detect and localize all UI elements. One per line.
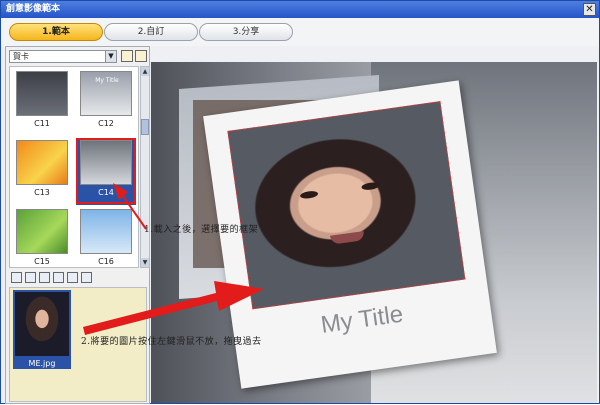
open-folder-icon[interactable]: [121, 50, 133, 62]
sort-icon[interactable]: [53, 272, 64, 283]
app-window: 創意影像範本 ✕ 1.範本 2.自訂 3.分享 賀卡 ▼ C11 My Titl…: [0, 0, 600, 404]
step-tab-share[interactable]: 3.分享: [199, 23, 293, 41]
template-panel: 賀卡 ▼ C11 My Title C12 C13 C14 C15 C16 ▲ …: [5, 46, 150, 404]
photo-drop-frame[interactable]: [227, 101, 466, 310]
step-tab-template[interactable]: 1.範本: [9, 23, 103, 41]
photo-toolbar: [9, 271, 147, 285]
template-thumb-c12[interactable]: My Title C12: [76, 69, 136, 136]
scroll-down-icon[interactable]: ▼: [141, 258, 149, 267]
annotation-step1: 1.載入之後，選擇要的框架: [144, 225, 259, 235]
template-scrollbar[interactable]: ▲ ▼: [140, 66, 150, 268]
delete-icon[interactable]: [39, 272, 50, 283]
template-thumb-c15[interactable]: C15: [12, 207, 72, 267]
scroll-up-icon[interactable]: ▲: [141, 67, 149, 76]
template-preview-image: [16, 209, 68, 254]
template-preview-image: [80, 209, 132, 254]
category-dropdown[interactable]: 賀卡 ▼: [9, 50, 117, 63]
selection-highlight: [76, 138, 136, 204]
template-label: C15: [34, 257, 50, 266]
close-button[interactable]: ✕: [583, 3, 596, 16]
copy-icon[interactable]: [135, 50, 147, 62]
template-grid: C11 My Title C12 C13 C14 C15 C16: [9, 66, 139, 268]
annotation-step2: 2.將要的圖片按住左鍵滑鼠不放，拖曳過去: [81, 337, 262, 347]
photo-detail: [299, 190, 319, 200]
template-label: C12: [98, 119, 114, 128]
scroll-thumb[interactable]: [141, 119, 149, 135]
chevron-down-icon[interactable]: ▼: [105, 51, 116, 62]
import-icon[interactable]: [25, 272, 36, 283]
add-photo-icon[interactable]: [11, 272, 22, 283]
copy-photo-icon[interactable]: [67, 272, 78, 283]
window-title: 創意影像範本: [6, 4, 61, 14]
photo-thumb-me[interactable]: [13, 290, 71, 358]
template-thumb-c11[interactable]: C11: [12, 69, 72, 136]
photo-detail: [361, 181, 380, 191]
template-thumb-c13[interactable]: C13: [12, 138, 72, 205]
photo-file-name: ME.jpg: [13, 358, 71, 369]
category-value: 賀卡: [13, 52, 29, 61]
template-label: C11: [34, 119, 50, 128]
template-preview-image: [16, 140, 68, 185]
template-label: C13: [34, 188, 50, 197]
template-thumb-c16[interactable]: C16: [76, 207, 136, 267]
settings-icon[interactable]: [81, 272, 92, 283]
step-tab-customize[interactable]: 2.自訂: [104, 23, 198, 41]
template-label: C16: [98, 257, 114, 266]
template-preview-image: My Title: [80, 71, 132, 116]
step-bar: 1.範本 2.自訂 3.分享: [1, 18, 599, 46]
template-preview-image: [16, 71, 68, 116]
title-bar: 創意影像範本 ✕: [1, 1, 599, 18]
photo-detail: [329, 231, 365, 245]
template-title-text: My Title: [95, 77, 119, 84]
